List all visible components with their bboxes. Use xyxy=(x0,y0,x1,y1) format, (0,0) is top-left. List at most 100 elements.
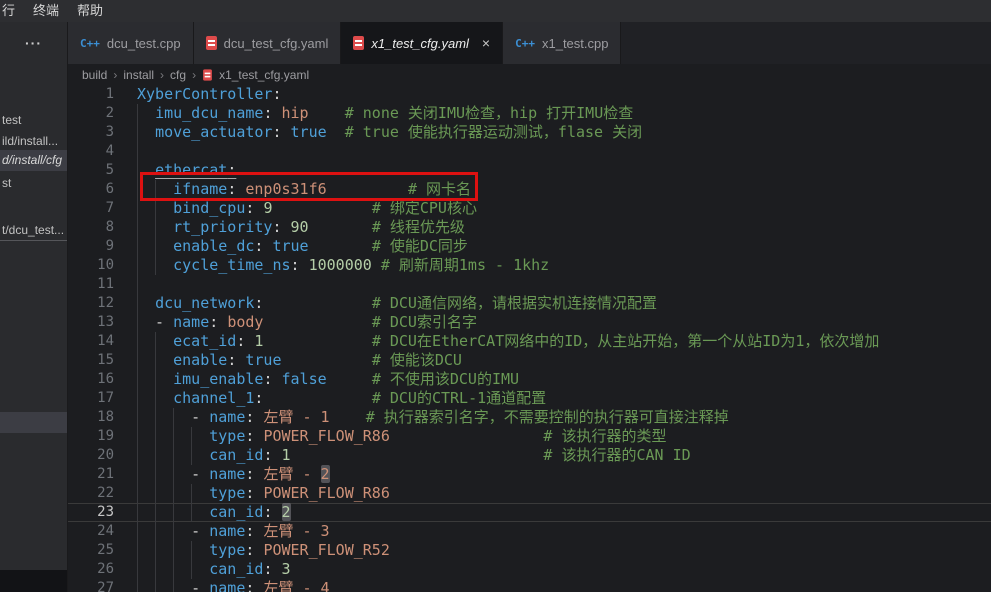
code-line-2[interactable]: 2 imu_dcu_name: hip # none 关闭IMU检查，hip 打… xyxy=(68,104,991,123)
code-line-26[interactable]: 26 can_id: 3 xyxy=(68,560,991,579)
code-content[interactable]: can_id: 2 xyxy=(114,503,991,522)
indent-guide xyxy=(155,427,156,446)
yaml-file-icon xyxy=(353,36,364,50)
menubar-item[interactable]: 终端 xyxy=(24,0,68,22)
code-content[interactable]: rt_priority: 90 # 线程优先级 xyxy=(114,218,991,237)
code-content[interactable]: dcu_network: # DCU通信网络，请根据实机连接情况配置 xyxy=(114,294,991,313)
code-content[interactable]: enable: true # 使能该DCU xyxy=(114,351,991,370)
breadcrumb-file[interactable]: x1_test_cfg.yaml xyxy=(219,68,309,82)
sidebar-item[interactable]: d/install/cfg xyxy=(0,150,67,171)
code-content[interactable]: XyberController: xyxy=(114,85,991,104)
code-line-18[interactable]: 18 - name: 左臂 - 1 # 执行器索引名字，不需要控制的执行器可直接… xyxy=(68,408,991,427)
code-token: 左臂 - 3 xyxy=(263,522,329,540)
code-line-4[interactable]: 4 xyxy=(68,142,991,161)
code-token: POWER_FLOW_R86 xyxy=(263,484,389,502)
indent-guide xyxy=(191,560,192,579)
breadcrumb-item[interactable]: install xyxy=(123,68,154,82)
code-line-22[interactable]: 22 type: POWER_FLOW_R86 xyxy=(68,484,991,503)
explorer-sidebar: ··· testild/install...d/install/cfgst t/d… xyxy=(0,22,67,592)
breadcrumb-item[interactable]: build xyxy=(82,68,107,82)
code-line-7[interactable]: 7 bind_cpu: 9 # 绑定CPU核心 xyxy=(68,199,991,218)
sidebar-item[interactable] xyxy=(0,412,67,433)
code-content[interactable]: imu_enable: false # 不使用该DCU的IMU xyxy=(114,370,991,389)
code-content[interactable]: - name: 左臂 - 2 xyxy=(114,465,991,484)
code-token: imu_enable xyxy=(173,370,263,388)
code-content[interactable]: - name: 左臂 - 4 xyxy=(114,579,991,592)
code-content[interactable]: enable_dc: true # 使能DC同步 xyxy=(114,237,991,256)
tab-x1_test_cfg.yaml[interactable]: x1_test_cfg.yaml × xyxy=(341,22,503,64)
indent-guide xyxy=(137,408,138,427)
code-content[interactable]: move_actuator: true # true 使能执行器运动测试，fla… xyxy=(114,123,991,142)
code-content[interactable]: - name: body # DCU索引名字 xyxy=(114,313,991,332)
sidebar-item[interactable]: ild/install... xyxy=(0,131,67,152)
code-line-23[interactable]: 23 can_id: 2 xyxy=(68,503,991,522)
tab-bar: C++dcu_test.cppdcu_test_cfg.yamlx1_test_… xyxy=(68,22,991,64)
code-token: 1 xyxy=(282,446,291,464)
code-line-13[interactable]: 13 - name: body # DCU索引名字 xyxy=(68,313,991,332)
code-content[interactable]: ifname: enp0s31f6 # 网卡名 xyxy=(114,180,991,199)
menubar-item[interactable]: 行 xyxy=(0,0,24,22)
code-line-10[interactable]: 10 cycle_time_ns: 1000000 # 刷新周期1ms - 1k… xyxy=(68,256,991,275)
code-token: 3 xyxy=(282,560,291,578)
indent-guide xyxy=(137,370,138,389)
code-line-16[interactable]: 16 imu_enable: false # 不使用该DCU的IMU xyxy=(68,370,991,389)
code-content[interactable] xyxy=(114,142,991,161)
tab-dcu_test.cpp[interactable]: C++dcu_test.cpp xyxy=(68,22,194,64)
breadcrumb-item[interactable]: cfg xyxy=(170,68,186,82)
code-token: true xyxy=(272,237,308,255)
tab-x1_test.cpp[interactable]: C++x1_test.cpp xyxy=(503,22,621,64)
tab-dcu_test_cfg.yaml[interactable]: dcu_test_cfg.yaml xyxy=(194,22,342,64)
sidebar-bottom-panel xyxy=(0,570,67,592)
code-line-19[interactable]: 19 type: POWER_FLOW_R86 # 该执行器的类型 xyxy=(68,427,991,446)
code-content[interactable]: cycle_time_ns: 1000000 # 刷新周期1ms - 1khz xyxy=(114,256,991,275)
tab-label: x1_test_cfg.yaml xyxy=(371,36,469,51)
code-editor[interactable]: 1XyberController:2 imu_dcu_name: hip # n… xyxy=(68,85,991,592)
code-line-17[interactable]: 17 channel_1: # DCU的CTRL-1通道配置 xyxy=(68,389,991,408)
code-line-25[interactable]: 25 type: POWER_FLOW_R52 xyxy=(68,541,991,560)
code-line-9[interactable]: 9 enable_dc: true # 使能DC同步 xyxy=(68,237,991,256)
code-token: : xyxy=(227,161,236,179)
code-content[interactable]: bind_cpu: 9 # 绑定CPU核心 xyxy=(114,199,991,218)
line-number: 7 xyxy=(68,199,114,218)
code-content[interactable]: can_id: 3 xyxy=(114,560,991,579)
menubar-item[interactable]: 帮助 xyxy=(68,0,112,22)
code-line-6[interactable]: 6 ifname: enp0s31f6 # 网卡名 xyxy=(68,180,991,199)
code-line-12[interactable]: 12 dcu_network: # DCU通信网络，请根据实机连接情况配置 xyxy=(68,294,991,313)
code-content[interactable]: imu_dcu_name: hip # none 关闭IMU检查，hip 打开I… xyxy=(114,104,991,123)
code-line-20[interactable]: 20 can_id: 1 # 该执行器的CAN ID xyxy=(68,446,991,465)
code-content[interactable]: channel_1: # DCU的CTRL-1通道配置 xyxy=(114,389,991,408)
code-line-3[interactable]: 3 move_actuator: true # true 使能执行器运动测试，f… xyxy=(68,123,991,142)
sidebar-item[interactable]: st xyxy=(0,173,67,194)
code-token: 2 xyxy=(321,465,330,483)
code-content[interactable]: - name: 左臂 - 3 xyxy=(114,522,991,541)
code-line-8[interactable]: 8 rt_priority: 90 # 线程优先级 xyxy=(68,218,991,237)
code-content[interactable]: ecat_id: 1 # DCU在EtherCAT网络中的ID，从主站开始，第一… xyxy=(114,332,991,351)
code-line-15[interactable]: 15 enable: true # 使能该DCU xyxy=(68,351,991,370)
sidebar-item[interactable]: test xyxy=(0,110,67,131)
code-token: : xyxy=(263,446,281,464)
code-token: name xyxy=(209,465,245,483)
code-content[interactable]: type: POWER_FLOW_R86 # 该执行器的类型 xyxy=(114,427,991,446)
code-content[interactable] xyxy=(114,275,991,294)
indent-guide xyxy=(155,237,156,256)
code-content[interactable]: type: POWER_FLOW_R86 xyxy=(114,484,991,503)
code-token: : xyxy=(245,408,263,426)
code-line-27[interactable]: 27 - name: 左臂 - 4 xyxy=(68,579,991,592)
close-icon[interactable]: × xyxy=(482,35,490,51)
code-token: dcu_network xyxy=(155,294,254,312)
code-line-24[interactable]: 24 - name: 左臂 - 3 xyxy=(68,522,991,541)
code-line-1[interactable]: 1XyberController: xyxy=(68,85,991,104)
code-token: : xyxy=(254,237,272,255)
code-content[interactable]: ethercat: xyxy=(114,161,991,180)
indent-guide xyxy=(137,465,138,484)
code-line-21[interactable]: 21 - name: 左臂 - 2 xyxy=(68,465,991,484)
code-content[interactable]: can_id: 1 # 该执行器的CAN ID xyxy=(114,446,991,465)
code-line-11[interactable]: 11 xyxy=(68,275,991,294)
code-line-14[interactable]: 14 ecat_id: 1 # DCU在EtherCAT网络中的ID，从主站开始… xyxy=(68,332,991,351)
sidebar-item[interactable]: t/dcu_test... xyxy=(0,220,67,241)
code-line-5[interactable]: 5 ethercat: xyxy=(68,161,991,180)
indent-guide xyxy=(173,484,174,503)
more-actions-icon[interactable]: ··· xyxy=(0,22,67,64)
code-content[interactable]: - name: 左臂 - 1 # 执行器索引名字，不需要控制的执行器可直接注释掉 xyxy=(114,408,991,427)
code-content[interactable]: type: POWER_FLOW_R52 xyxy=(114,541,991,560)
